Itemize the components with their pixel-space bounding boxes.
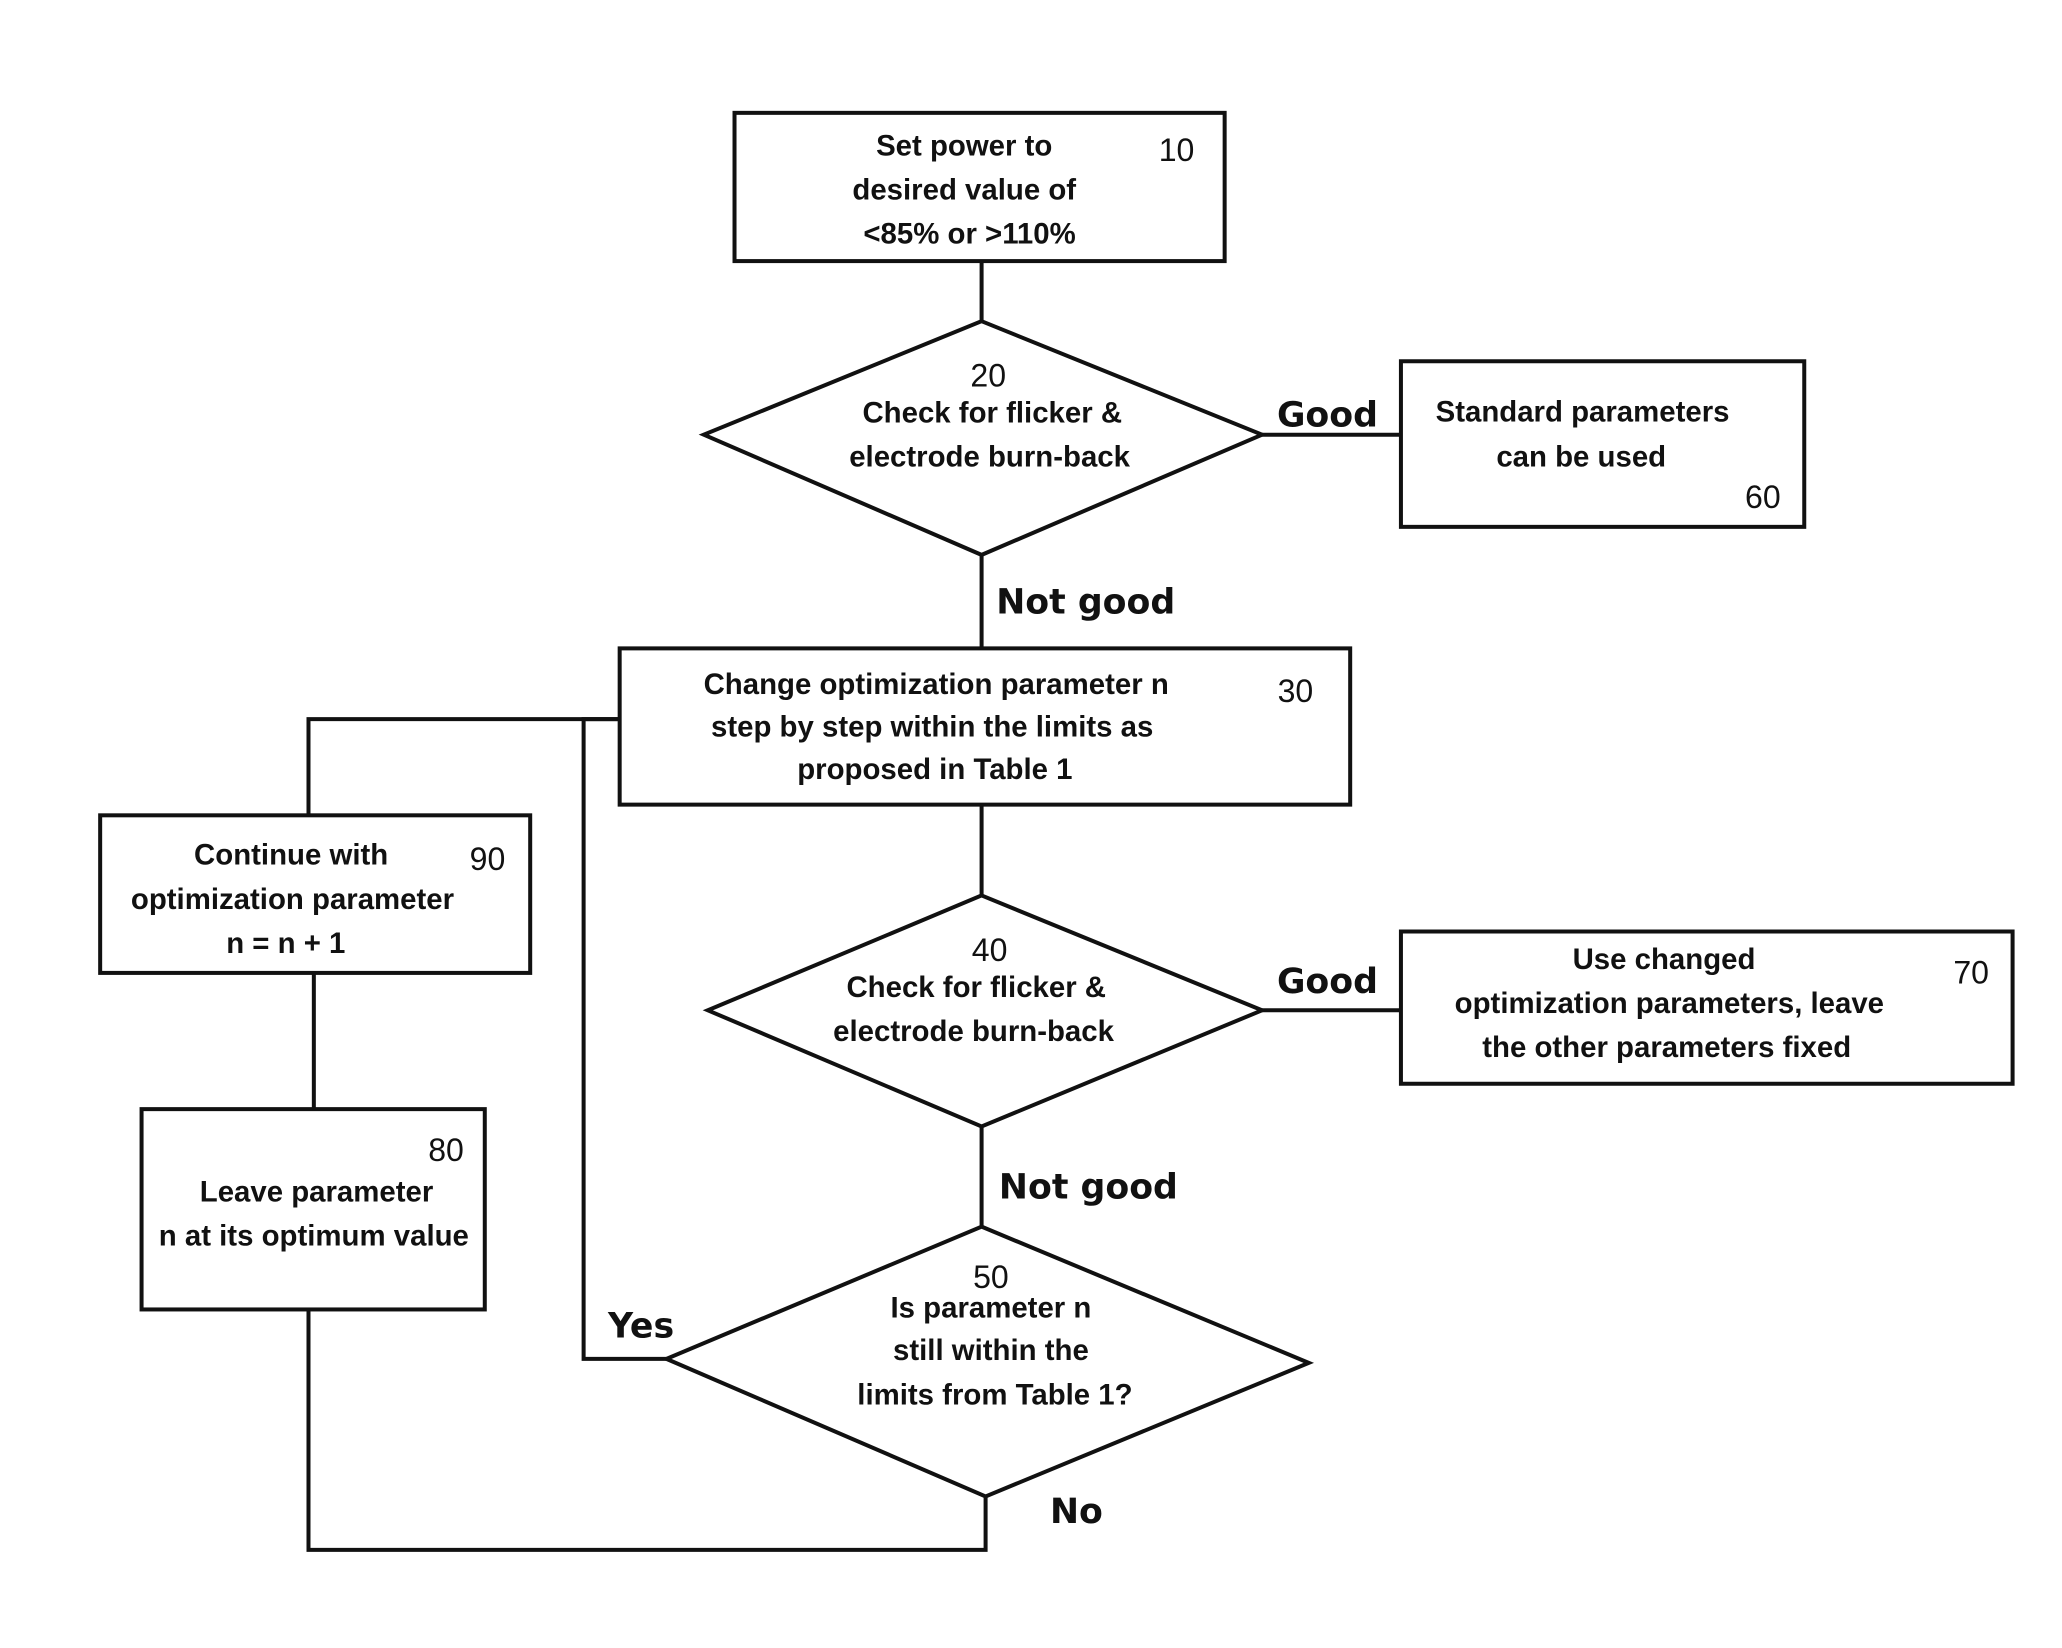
node-text-line: limits from Table 1? — [857, 1378, 1132, 1411]
node-10: Set power to desired value of <85% or >1… — [732, 110, 1227, 264]
node-number: 10 — [1159, 132, 1195, 168]
node-20: 20 Check for flicker & electrode burn-ba… — [698, 319, 1268, 558]
node-text-line: electrode burn-back — [833, 1015, 1114, 1048]
node-text-line: optimization parameter — [131, 883, 454, 916]
node-text-line: desired value of — [852, 174, 1076, 207]
edge-label-no: No — [1050, 1492, 1103, 1532]
connector-90-30 — [306, 717, 620, 816]
node-90: Continue with optimization parameter n =… — [98, 813, 533, 975]
node-text-line: Check for flicker & — [846, 971, 1106, 1004]
node-number: 60 — [1745, 479, 1781, 515]
node-text-line: the other parameters fixed — [1482, 1031, 1851, 1064]
node-text-line: n at its optimum value — [159, 1219, 469, 1252]
node-text-line: Standard parameters — [1436, 395, 1730, 428]
node-text-line: Is parameter n — [891, 1291, 1092, 1324]
node-number: 40 — [972, 932, 1008, 968]
decision-diamond — [702, 893, 1268, 1129]
decision-diamond — [698, 319, 1268, 558]
node-number: 70 — [1953, 955, 1989, 991]
flowchart: Set power to desired value of <85% or >1… — [98, 110, 2015, 1552]
node-text-line: step by step within the limits as — [711, 711, 1153, 744]
node-60: Standard parameters can be used 60 — [1398, 359, 1807, 529]
edge-label-not-good: Not good — [999, 1168, 1178, 1208]
node-number: 90 — [470, 841, 506, 877]
node-text-line: Check for flicker & — [862, 397, 1122, 430]
node-text-line: optimization parameters, leave — [1455, 987, 1884, 1020]
edge-label-not-good: Not good — [996, 583, 1175, 623]
edge-label-yes: Yes — [607, 1306, 674, 1346]
node-number: 30 — [1278, 673, 1314, 709]
node-text-line: electrode burn-back — [849, 441, 1130, 474]
node-text-line: Change optimization parameter n — [704, 668, 1169, 701]
node-text-line: proposed in Table 1 — [797, 753, 1072, 786]
node-number: 80 — [428, 1132, 464, 1168]
node-text-line: <85% or >110% — [863, 218, 1075, 251]
node-text-line: can be used — [1496, 441, 1666, 474]
node-number: 20 — [970, 358, 1006, 394]
node-50: 50 Is parameter n still within the limit… — [661, 1224, 1315, 1499]
node-text-line: Continue with — [194, 839, 388, 872]
node-text-line: still within the — [893, 1334, 1089, 1367]
node-text-line: Set power to — [876, 130, 1052, 163]
node-30: Change optimization parameter n step by … — [617, 646, 1353, 807]
node-number: 50 — [973, 1259, 1009, 1295]
connector-50-yes-30 — [581, 717, 667, 1361]
node-text-line: Use changed — [1573, 943, 1756, 976]
node-40: 40 Check for flicker & electrode burn-ba… — [702, 893, 1268, 1129]
node-text-line: n = n + 1 — [226, 927, 345, 960]
node-80: 80 Leave parameter n at its optimum valu… — [139, 1107, 487, 1312]
node-text-line: Leave parameter — [200, 1175, 434, 1208]
edge-label-good: Good — [1277, 962, 1378, 1002]
node-70: Use changed optimization parameters, lea… — [1398, 929, 2015, 1086]
edge-label-good: Good — [1277, 396, 1378, 436]
